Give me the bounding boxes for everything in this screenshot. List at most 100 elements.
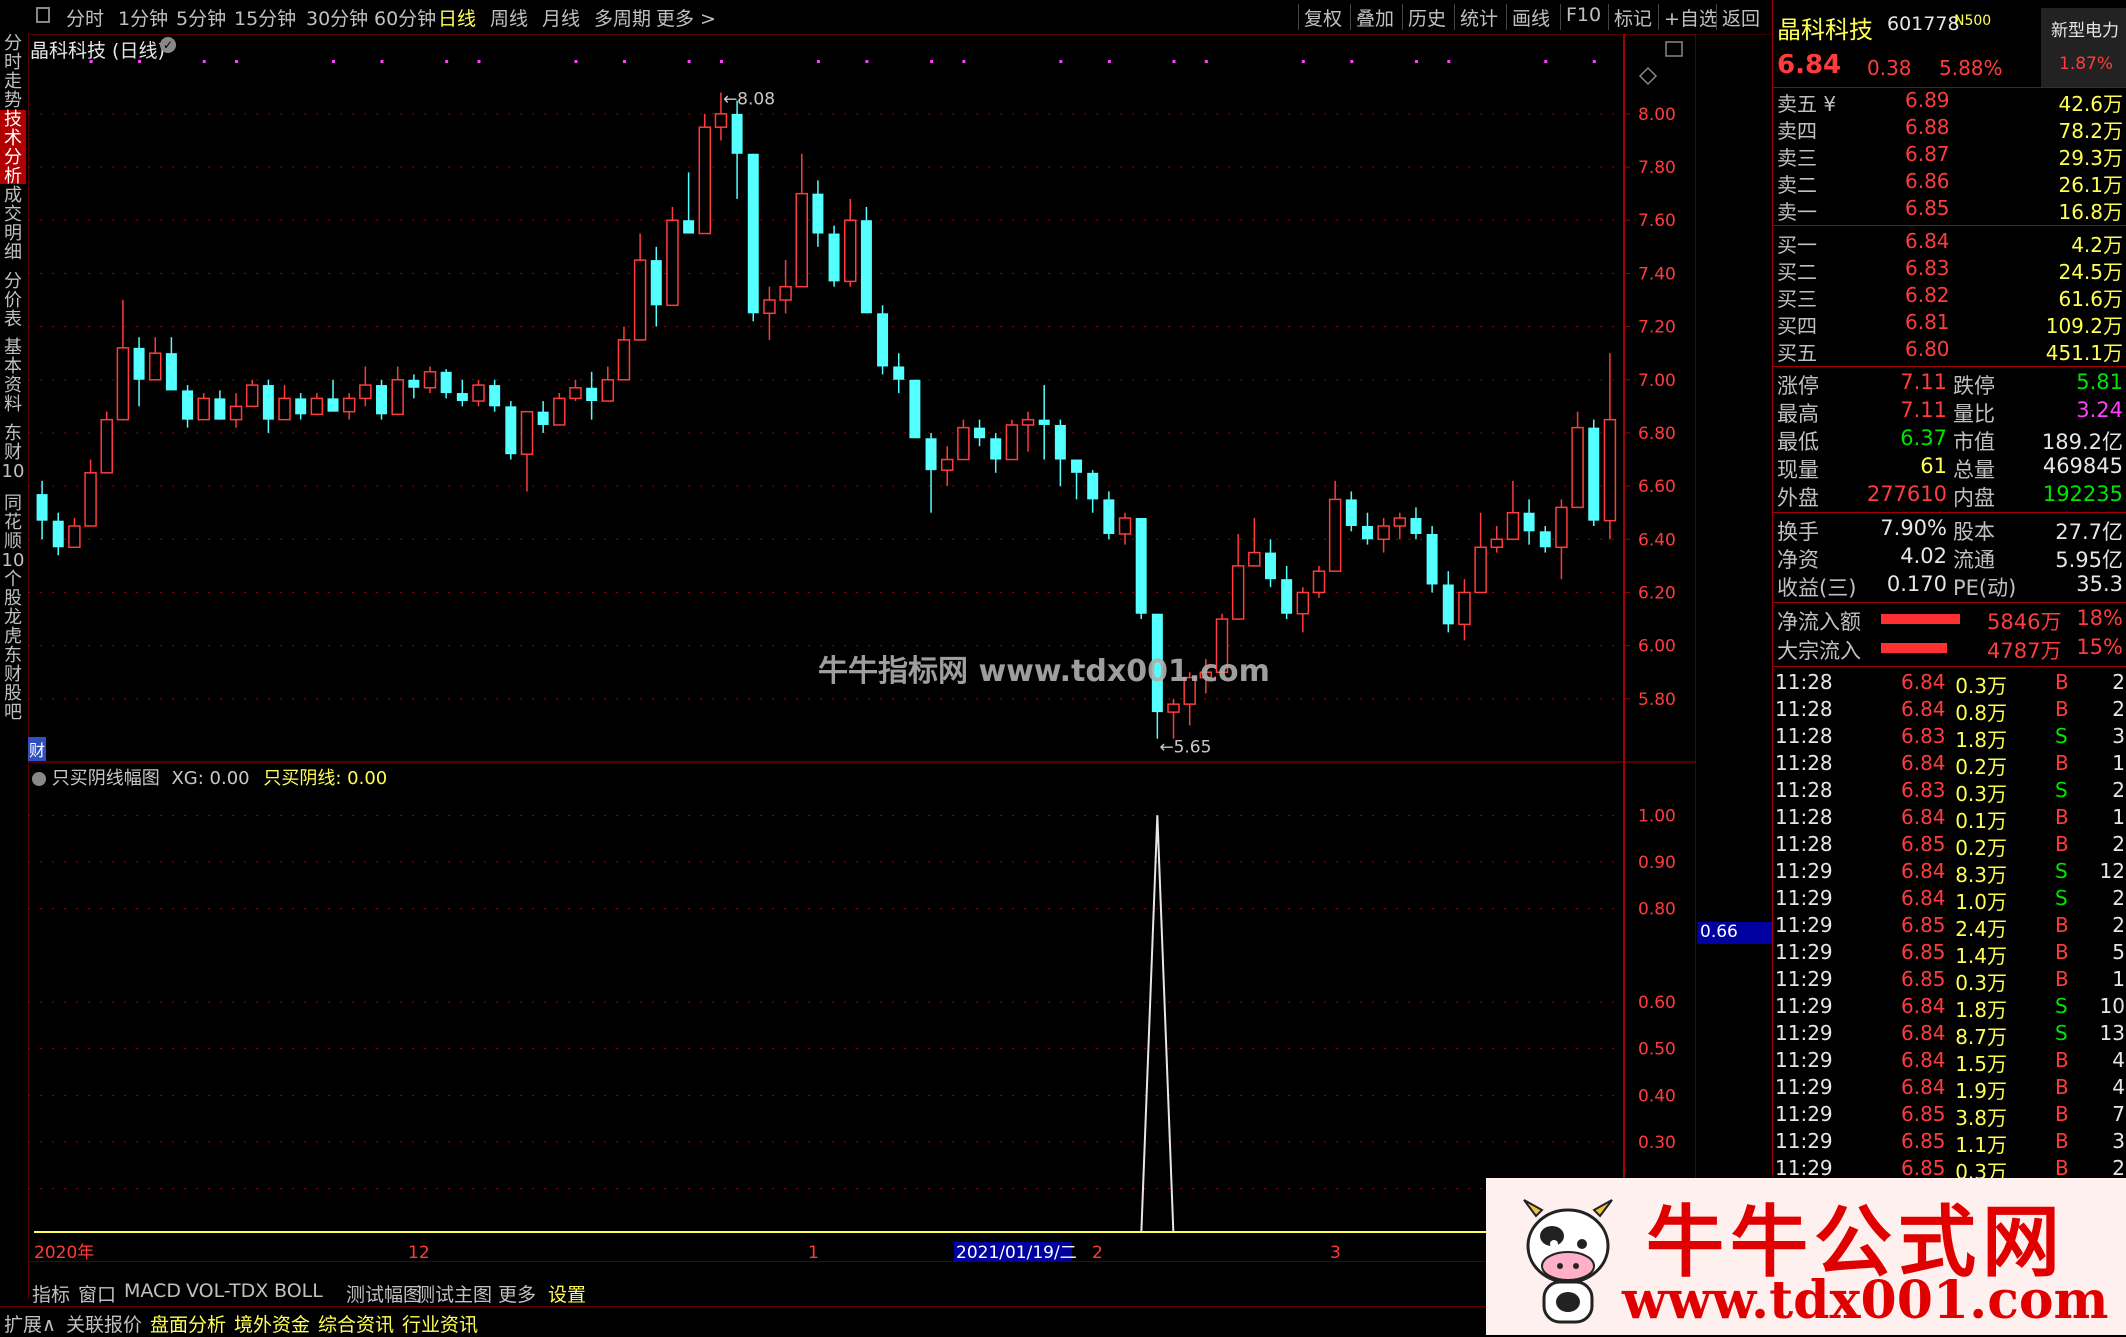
info-dot[interactable] <box>1172 60 1176 63</box>
bottom-bar-item[interactable]: 综合资讯 <box>318 1310 394 1337</box>
period-tab[interactable]: 60分钟 <box>374 4 436 31</box>
indicator-tab[interactable]: 设置 <box>548 1280 586 1307</box>
ask-row[interactable]: 卖五 ¥ 6.89 42.6万 <box>1773 88 2126 116</box>
bid-row[interactable]: 买一 6.84 4.2万 <box>1773 229 2126 257</box>
sidebar-tab[interactable]: 分时走势 <box>0 34 26 110</box>
ad-banner[interactable]: 牛牛公式网 www.tdx001.com <box>1486 1178 2126 1335</box>
ad-url[interactable]: www.tdx001.com <box>1622 1270 2109 1331</box>
tick-price: 6.84 <box>1901 1048 1946 1072</box>
bid-row[interactable]: 买四 6.81 109.2万 <box>1773 310 2126 338</box>
tick-price: 6.85 <box>1901 1102 1946 1126</box>
info-dot[interactable] <box>380 60 384 63</box>
bid-row[interactable]: 买三 6.82 61.6万 <box>1773 283 2126 311</box>
indicator-tab[interactable]: 测试幅图 <box>346 1280 422 1307</box>
bottom-bar-item[interactable]: 行业资讯 <box>402 1310 478 1337</box>
period-tab[interactable]: 分时 <box>66 4 104 31</box>
sidebar-tab[interactable]: 技术分析 <box>0 110 26 186</box>
sidebar-tab[interactable]: 同花顺10 <box>0 494 26 570</box>
info-dot[interactable] <box>1350 60 1354 63</box>
indicator-tab[interactable]: 窗口 <box>78 1280 116 1307</box>
bottom-bar-item[interactable]: 盘面分析 <box>150 1310 226 1337</box>
info-dot[interactable] <box>816 60 820 63</box>
info-dot[interactable] <box>1059 60 1063 63</box>
stat-label: 收益(三) <box>1777 576 1857 600</box>
indicator-tick-label: 0.60 <box>1638 993 1676 1013</box>
sidebar-tab[interactable]: 成交明细 <box>0 186 26 270</box>
info-dot[interactable] <box>930 60 934 63</box>
info-dot[interactable] <box>202 60 206 63</box>
bid-row[interactable]: 买五 6.80 451.1万 <box>1773 337 2126 365</box>
bottom-bar-item[interactable]: 扩展∧ <box>4 1310 56 1337</box>
indicator-tab[interactable]: 测试主图 <box>416 1280 492 1307</box>
toolbar-button[interactable]: F10 <box>1566 4 1601 26</box>
period-tab[interactable]: 1分钟 <box>118 4 168 31</box>
finance-badge[interactable]: 财 <box>28 737 47 761</box>
trade-tick-row: 11:29 6.84 1.0万 S 2 <box>1773 886 2126 914</box>
settings-circle-icon[interactable] <box>32 772 46 786</box>
bottom-bar-item[interactable]: 关联报价 <box>66 1310 142 1337</box>
period-tab[interactable]: 月线 <box>542 4 580 31</box>
indicator-chart[interactable]: 1.000.900.800.600.500.400.300.202020年121… <box>27 761 1697 1263</box>
period-tab[interactable]: 日线 <box>438 4 476 31</box>
info-dot[interactable] <box>865 60 869 63</box>
chevron-down-icon[interactable]: ✓ <box>160 37 176 53</box>
indicator-tab[interactable]: VOL-TDX <box>186 1280 268 1302</box>
period-tab[interactable]: 5分钟 <box>176 4 226 31</box>
toolbar-button[interactable]: 返回 <box>1722 4 1760 31</box>
ask-row[interactable]: 卖二 6.86 26.1万 <box>1773 169 2126 197</box>
toolbar-button[interactable]: 历史 <box>1408 4 1446 31</box>
sidebar-tab[interactable]: 东财股吧 <box>0 646 26 724</box>
info-dot[interactable] <box>687 60 691 63</box>
toolbar-button[interactable]: 画线 <box>1512 4 1550 31</box>
info-dot[interactable] <box>719 60 723 63</box>
ask-row[interactable]: 卖一 6.85 16.8万 <box>1773 196 2126 224</box>
period-tab[interactable]: 更多 > <box>656 4 716 31</box>
tick-time: 11:29 <box>1775 940 1833 964</box>
period-tab[interactable]: 多周期 <box>594 4 651 31</box>
x-axis-label: 3 <box>1330 1243 1341 1262</box>
info-dot[interactable] <box>1107 60 1111 63</box>
info-dot[interactable] <box>1414 60 1418 63</box>
ask-price: 6.86 <box>1905 169 1950 193</box>
indicator-chart-panel[interactable]: 1.000.900.800.600.500.400.300.202020年121… <box>27 761 1772 1263</box>
indicator-tab[interactable]: 指标 <box>32 1280 70 1307</box>
toolbar-button[interactable]: 统计 <box>1460 4 1498 31</box>
stat-label: 流通 <box>1953 548 1995 572</box>
sidebar-tab[interactable]: 东财10 <box>0 424 26 492</box>
info-dot[interactable] <box>1544 60 1548 63</box>
sidebar-tab[interactable]: 基本资料 <box>0 338 26 422</box>
period-tab[interactable]: 周线 <box>490 4 528 31</box>
info-dot[interactable] <box>332 60 336 63</box>
info-dot[interactable] <box>235 60 239 63</box>
info-dot[interactable] <box>1447 60 1451 63</box>
period-tab[interactable]: 15分钟 <box>234 4 296 31</box>
info-dot[interactable] <box>1592 60 1596 63</box>
indicator-tab[interactable]: 更多 <box>498 1280 536 1307</box>
info-dot[interactable] <box>1301 60 1305 63</box>
low-marker-label: ←5.65 <box>1159 738 1211 758</box>
info-dot[interactable] <box>1204 60 1208 63</box>
info-dot[interactable] <box>962 60 966 63</box>
toolbar-button[interactable]: +自选 <box>1664 4 1718 31</box>
info-dot[interactable] <box>622 60 626 63</box>
toolbar-separator <box>1658 4 1659 30</box>
info-dot[interactable] <box>445 60 449 63</box>
indicator-tab[interactable]: BOLL <box>274 1280 323 1302</box>
bid-row[interactable]: 买二 6.83 24.5万 <box>1773 256 2126 284</box>
toolbar-button[interactable]: 叠加 <box>1356 4 1394 31</box>
toolbar-button[interactable]: 标记 <box>1614 4 1652 31</box>
indicator-tab[interactable]: MACD <box>124 1280 181 1302</box>
ask-row[interactable]: 卖三 6.87 29.3万 <box>1773 142 2126 170</box>
menu-box-icon[interactable] <box>36 7 50 23</box>
stat-value: 7.11 <box>1900 398 1947 422</box>
candle <box>1588 419 1600 526</box>
ask-row[interactable]: 卖四 6.88 78.2万 <box>1773 115 2126 143</box>
info-dot[interactable] <box>477 60 481 63</box>
info-dot[interactable] <box>574 60 578 63</box>
toolbar-button[interactable]: 复权 <box>1304 4 1342 31</box>
period-tab[interactable]: 30分钟 <box>306 4 368 31</box>
kline-chart-panel[interactable]: 8.00 7.80 7.60 7.40 7.20 7.00 6.80 6.60 6.40 6.20… <box>27 33 1697 763</box>
sidebar-tab[interactable]: 个股龙虎 <box>0 570 26 646</box>
sidebar-tab[interactable]: 分价表 <box>0 272 26 336</box>
bottom-bar-item[interactable]: 境外资金 <box>234 1310 310 1337</box>
